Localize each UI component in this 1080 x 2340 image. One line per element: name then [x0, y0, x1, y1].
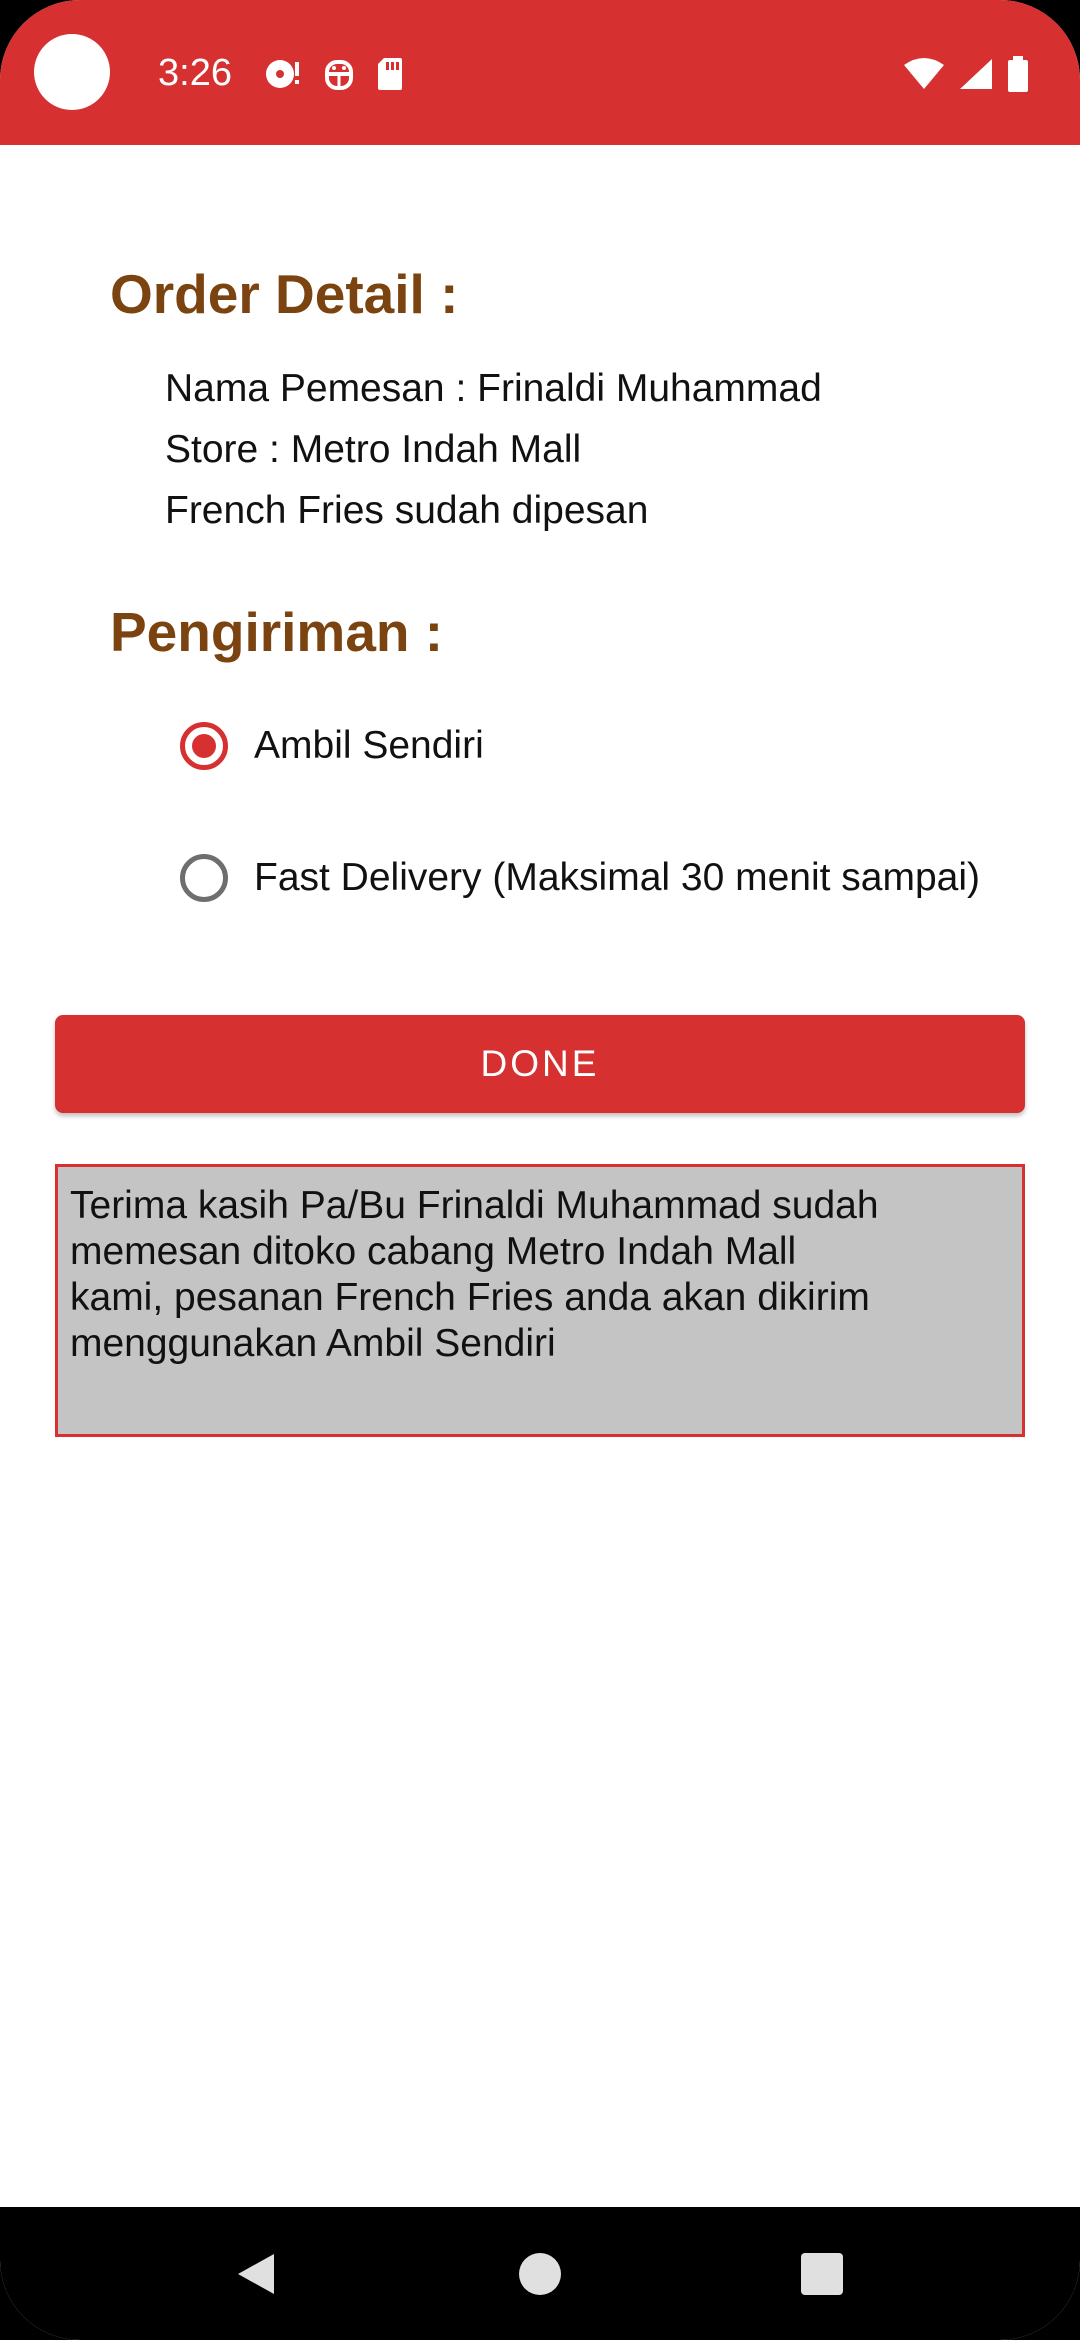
radio-unchecked-icon[interactable]	[180, 854, 228, 902]
back-button[interactable]	[196, 2207, 316, 2340]
done-button[interactable]: DONE	[55, 1015, 1025, 1113]
order-detail-title: Order Detail :	[110, 263, 459, 325]
camera-cutout	[34, 34, 110, 110]
signal-icon	[958, 57, 994, 91]
battery-icon	[1006, 56, 1030, 92]
status-time: 3:26	[158, 52, 232, 94]
media-icon	[262, 56, 302, 92]
radio-checked-icon[interactable]	[180, 722, 228, 770]
wifi-icon	[902, 57, 946, 91]
home-icon	[519, 2252, 561, 2295]
home-button[interactable]	[480, 2207, 600, 2340]
radio-option-fast-delivery[interactable]: Fast Delivery (Maksimal 30 menit sampai)	[180, 854, 980, 902]
radio-label: Fast Delivery (Maksimal 30 menit sampai)	[254, 856, 981, 899]
navigation-bar	[0, 2207, 1080, 2340]
customer-name-line: Nama Pemesan : Frinaldi Muhammad	[165, 367, 822, 410]
back-icon	[238, 2253, 274, 2294]
store-line: Store : Metro Indah Mall	[165, 428, 582, 471]
status-bar: 3:26	[0, 0, 1080, 145]
radio-label: Ambil Sendiri	[254, 724, 484, 767]
android-icon	[324, 56, 354, 92]
order-confirmation-message: Terima kasih Pa/Bu Frinaldi Muhammad sud…	[55, 1164, 1025, 1437]
status-system-icons	[902, 56, 1030, 92]
radio-option-ambil-sendiri[interactable]: Ambil Sendiri	[180, 722, 484, 770]
status-notification-icons	[262, 56, 404, 92]
ordered-item-line: French Fries sudah dipesan	[165, 489, 649, 532]
recents-button[interactable]	[762, 2207, 882, 2340]
shipping-title: Pengiriman :	[110, 601, 444, 663]
app-screen: 3:26 Order Detail: Nama Pemesan: Frina…	[0, 0, 1080, 2340]
sd-card-icon	[376, 56, 404, 92]
recents-icon	[801, 2252, 843, 2295]
